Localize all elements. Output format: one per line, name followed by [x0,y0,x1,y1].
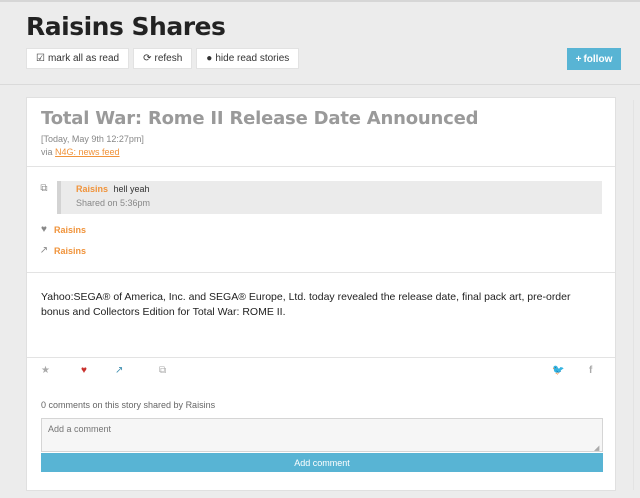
twitter-icon[interactable]: 🐦 [552,365,564,376]
source-link[interactable]: N4G: news feed [55,147,120,157]
hide-read-button[interactable]: ● hide read stories [196,48,300,69]
mark-all-read-label: mark all as read [47,53,120,64]
liked-row: ♥ Raisins [39,224,86,235]
page-title: Raisins Shares [26,12,226,41]
plus-icon: + [575,53,582,65]
shared-comment: Raisins hell yeah Shared on 5:36pm [57,181,602,214]
follow-label: follow [583,53,613,65]
share-action-icon[interactable]: ↗ [115,365,123,376]
story-title[interactable]: Total War: Rome II Release Date Announce… [41,108,600,129]
story-via: via N4G: news feed [41,147,600,157]
shared-by-user[interactable]: Raisins [54,246,86,256]
story-card: Total War: Rome II Release Date Announce… [26,97,616,491]
activity-section: ⧉ Raisins hell yeah Shared on 5:36pm ♥ R… [27,167,615,273]
liked-by-user[interactable]: Raisins [54,225,86,235]
via-prefix: via [41,147,53,157]
refresh-icon: ⟳ [143,53,152,64]
like-heart-icon[interactable]: ♥ [81,365,87,376]
heart-icon: ♥ [41,224,47,235]
hide-read-label: hide read stories [215,53,290,64]
story-body: Yahoo:SEGA® of America, Inc. and SEGA® E… [27,273,615,358]
comment-input[interactable] [41,418,603,452]
header-divider [0,84,640,85]
card-shadow-edge [633,100,634,490]
refresh-button[interactable]: ⟳ refesh [133,48,193,69]
comment-user[interactable]: Raisins [76,184,108,194]
share-comment-row: ⧉ [39,183,49,194]
resize-grip-icon[interactable]: ◢ [594,444,599,452]
toolbar: ☑ mark all as read ⟳ refesh ● hide read … [26,48,300,69]
checkbox-icon: ☑ [36,53,45,64]
comments-count: 0 comments on this story shared by Raisi… [41,400,216,410]
add-comment-button[interactable]: Add comment [41,453,603,472]
circle-icon: ● [206,53,213,64]
mark-all-read-button[interactable]: ☑ mark all as read [26,48,130,69]
comment-line: Raisins hell yeah [76,184,602,194]
note-icon[interactable]: ⧉ [159,365,166,376]
story-actions: ★ ♥ ↗ ⧉ 🐦 f [27,358,615,386]
share-icon: ↗ [39,245,49,256]
facebook-icon[interactable]: f [589,365,592,376]
top-bar [0,0,640,2]
refresh-label: refesh [154,53,183,64]
story-header: Total War: Rome II Release Date Announce… [27,98,615,167]
share-note-icon: ⧉ [40,183,48,194]
comment-timestamp: Shared on 5:36pm [76,198,151,208]
story-date: [Today, May 9th 12:27pm] [41,134,144,144]
follow-button[interactable]: + follow [567,48,621,70]
shared-row: ↗ Raisins [39,245,86,256]
comment-text: hell yeah [113,184,150,194]
star-icon[interactable]: ★ [41,365,50,376]
